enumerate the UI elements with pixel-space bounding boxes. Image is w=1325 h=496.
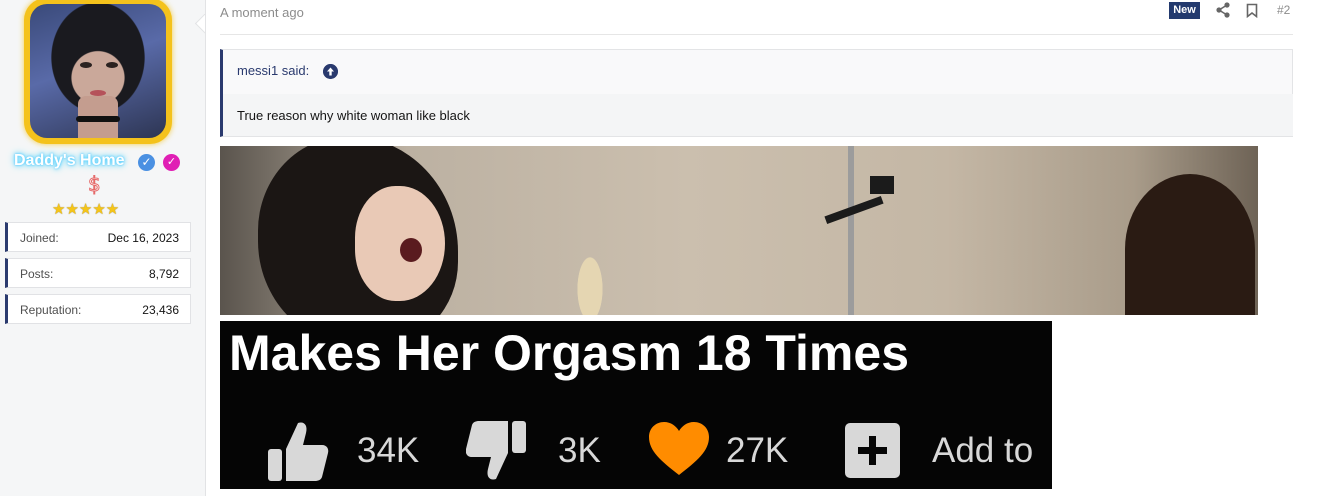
arrow-up-circle-icon[interactable] — [323, 64, 338, 79]
stat-reputation: Reputation: 23,436 — [5, 294, 191, 324]
user-sidebar: Daddy's Home ✓ ✓ $ ★★★★★ Joined: Dec 16,… — [0, 0, 206, 496]
stat-label: Reputation: — [20, 303, 82, 317]
new-badge: New — [1169, 2, 1200, 19]
post-time[interactable]: A moment ago — [220, 5, 304, 20]
quote-block: messi1 said: True reason why white woman… — [220, 49, 1293, 137]
dollar-icon: $ — [88, 172, 102, 197]
stat-value: Dec 16, 2023 — [107, 231, 179, 245]
heart-icon — [649, 422, 709, 475]
stat-posts: Posts: 8,792 — [5, 258, 191, 288]
plus-square-icon — [845, 423, 900, 478]
favorites-count: 27K — [726, 431, 789, 470]
avatar-image[interactable] — [30, 4, 166, 138]
quote-author[interactable]: messi1 said: — [237, 63, 309, 78]
post-number[interactable]: #2 — [1277, 3, 1290, 17]
quote-text: True reason why white woman like black — [237, 108, 470, 123]
avatar[interactable] — [24, 0, 172, 144]
verified-icon: ✓ — [138, 154, 155, 171]
stat-joined: Joined: Dec 16, 2023 — [5, 222, 191, 252]
star-rating: ★★★★★ — [52, 200, 120, 218]
add-to-label: Add to — [932, 431, 1034, 470]
dislikes-count: 3K — [558, 431, 601, 470]
stat-value: 23,436 — [142, 303, 179, 317]
divider — [220, 34, 1293, 35]
stat-value: 8,792 — [148, 267, 179, 281]
stat-label: Posts: — [20, 267, 54, 281]
stat-label: Joined: — [20, 231, 59, 245]
embedded-image-banner[interactable]: Makes Her Orgasm 18 Times 34K 3K 27K Add… — [220, 321, 1052, 489]
banner-title: Makes Her Orgasm 18 Times — [229, 325, 910, 381]
thumbs-down-icon — [466, 421, 526, 480]
bookmark-icon[interactable] — [1246, 3, 1258, 18]
embedded-gif[interactable] — [220, 146, 1258, 315]
badge-icon: ✓ — [163, 154, 180, 171]
likes-count: 34K — [357, 431, 420, 470]
thumbs-up-icon — [268, 422, 329, 481]
bubble-arrow — [191, 14, 205, 36]
username[interactable]: Daddy's Home — [14, 152, 125, 170]
share-icon[interactable] — [1216, 2, 1230, 18]
